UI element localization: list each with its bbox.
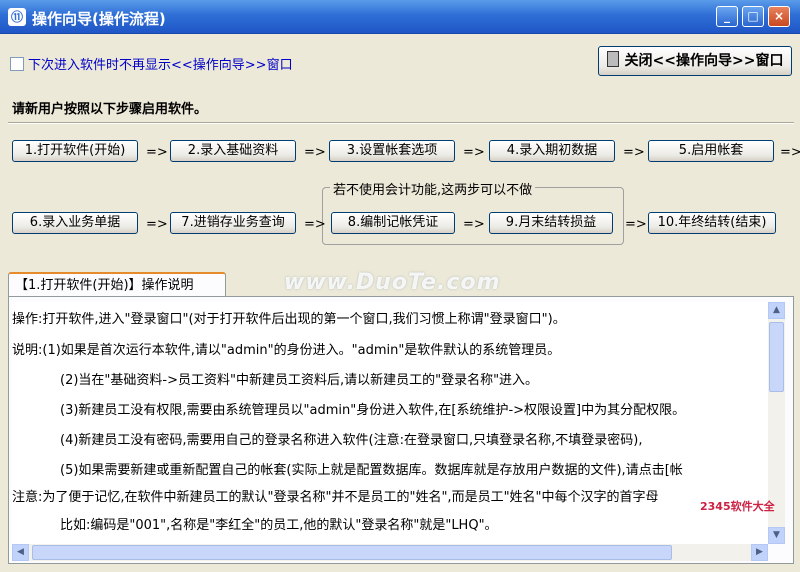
step-6-button[interactable]: 6.录入业务单据 (12, 212, 138, 234)
content-line: (4)新建员工没有密码,需要用自己的登录名称进入软件(注意:在登录窗口,只填登录… (60, 433, 643, 448)
checkbox-box[interactable] (10, 57, 24, 71)
close-wizard-button[interactable]: 关闭<<操作向导>>窗口 (598, 46, 792, 76)
title-bar: ⑪ 操作向导(操作流程) _ □ × (0, 0, 800, 34)
content-line: (5)如果需要新建或重新配置自己的帐套(实际上就是配置数据库。数据库就是存放用户… (60, 463, 683, 478)
step-4-button[interactable]: 4.录入期初数据 (489, 140, 615, 162)
watermark: www.DuoTe.com (284, 270, 501, 295)
close-button[interactable]: × (768, 6, 790, 27)
app-icon: ⑪ (8, 8, 26, 26)
instructions-textarea[interactable]: 操作:打开软件,进入"登录窗口"(对于打开软件后出现的第一个窗口,我们习惯上称谓… (12, 302, 768, 544)
content-line: 比如:编码是"001",名称是"李红全"的员工,他的默认"登录名称"就是"LHQ… (60, 518, 498, 533)
instruction-text: 请新用户按照以下步骤启用软件。 (12, 102, 208, 117)
checkbox-label: 下次进入软件时不再显示<<操作向导>>窗口 (28, 58, 293, 73)
maximize-button[interactable]: □ (742, 6, 764, 27)
step-1-button[interactable]: 1.打开软件(开始) (12, 140, 138, 162)
arrow: => (304, 145, 326, 160)
window-title: 操作向导(操作流程) (32, 10, 166, 28)
scroll-right-icon[interactable]: ▶ (751, 544, 768, 561)
arrow: => (304, 217, 326, 232)
arrow: => (463, 217, 485, 232)
scroll-left-icon[interactable]: ◀ (12, 544, 29, 561)
minimize-button[interactable]: _ (716, 6, 738, 27)
step-9-button[interactable]: 9.月末结转损益 (489, 212, 613, 234)
content-line: (2)当在"基础资料->员工资料"中新建员工资料后,请以新建员工的"登录名称"进… (60, 373, 539, 388)
content-line: 操作:打开软件,进入"登录窗口"(对于打开软件后出现的第一个窗口,我们习惯上称谓… (12, 312, 566, 327)
step-5-button[interactable]: 5.启用帐套 (648, 140, 774, 162)
arrow: => (625, 217, 647, 232)
step-3-button[interactable]: 3.设置帐套选项 (329, 140, 455, 162)
separator (8, 122, 794, 124)
scroll-thumb[interactable] (769, 322, 784, 392)
content-line: (3)新建员工没有权限,需要由系统管理员以"admin"身份进入软件,在[系统维… (60, 403, 686, 418)
step-7-button[interactable]: 7.进销存业务查询 (170, 212, 296, 234)
scroll-up-icon[interactable]: ▲ (768, 302, 785, 319)
dont-show-again-checkbox[interactable]: 下次进入软件时不再显示<<操作向导>>窗口 (10, 54, 293, 73)
content-line: 说明:(1)如果是首次运行本软件,请以"admin"的身份进入。"admin"是… (12, 343, 561, 358)
corner-logo: 2345软件大全 (700, 500, 775, 513)
door-exit-icon (606, 51, 619, 67)
content-line: 注意:为了便于记忆,在软件中新建员工的默认"登录名称"并不是员工的"姓名",而是… (12, 490, 659, 505)
hscroll-thumb[interactable] (32, 545, 672, 560)
close-wizard-label: 关闭<<操作向导>>窗口 (624, 53, 784, 69)
arrow: => (146, 145, 168, 160)
scroll-down-icon[interactable]: ▼ (768, 527, 785, 544)
tab-step-instructions[interactable]: 【1.打开软件(开始)】操作说明 (8, 272, 226, 296)
arrow: => (623, 145, 645, 160)
horizontal-scrollbar[interactable]: ◀ ▶ (12, 544, 768, 561)
arrow: => (463, 145, 485, 160)
group-label: 若不使用会计功能,这两步可以不做 (330, 179, 536, 198)
arrow: => (780, 145, 800, 160)
arrow: => (146, 217, 168, 232)
step-10-button[interactable]: 10.年终结转(结束) (648, 212, 776, 234)
step-2-button[interactable]: 2.录入基础资料 (170, 140, 296, 162)
step-8-button[interactable]: 8.编制记帐凭证 (331, 212, 455, 234)
